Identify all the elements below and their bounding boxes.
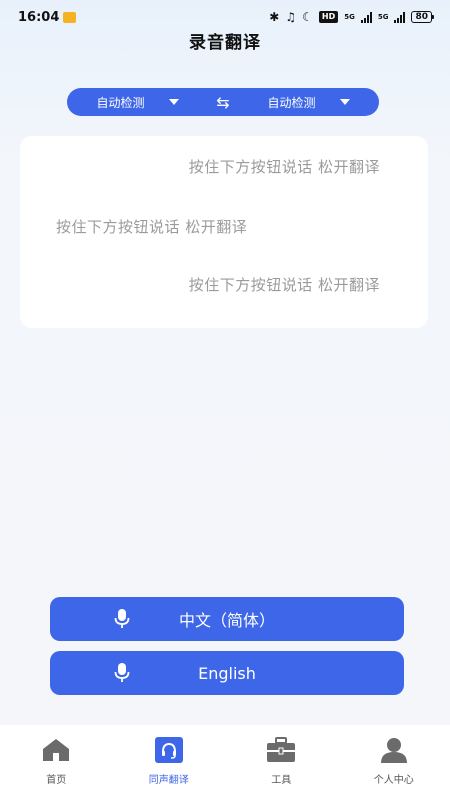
source-language-label: 自动检测	[96, 95, 145, 110]
battery-icon: 80	[411, 11, 434, 23]
toolbox-icon	[266, 737, 296, 763]
language-selector-bar: 自动检测 ⇆ 自动检测	[67, 88, 379, 116]
record-english-label: English	[198, 663, 256, 683]
target-language-label: 自动检测	[267, 95, 316, 110]
transcript-line: 按住下方按钮说话 松开翻译	[56, 218, 248, 236]
transcript-line: 按住下方按钮说话 松开翻译	[188, 276, 380, 294]
network-label-b: 5G	[377, 13, 389, 21]
headset-icon	[154, 737, 184, 763]
record-english-button[interactable]: English	[50, 651, 404, 695]
signal-icon-2	[394, 11, 406, 23]
microphone-icon	[114, 609, 130, 628]
nav-item-home[interactable]: 首页	[0, 725, 113, 800]
nav-label-tools: 工具	[271, 775, 292, 786]
home-icon	[41, 737, 71, 763]
moon-icon: ☾	[302, 10, 313, 24]
bottom-nav: 首页 同声翻译 工具 个人中心	[0, 725, 450, 800]
person-icon	[379, 737, 409, 763]
transcript-card: 按住下方按钮说话 松开翻译 按住下方按钮说话 松开翻译 按住下方按钮说话 松开翻…	[20, 136, 428, 328]
nav-label-simultaneous: 同声翻译	[148, 775, 189, 786]
record-chinese-label: 中文（简体）	[178, 611, 275, 630]
nav-item-tools[interactable]: 工具	[225, 725, 338, 800]
nav-item-profile[interactable]: 个人中心	[338, 725, 450, 800]
notification-icon	[63, 11, 77, 23]
network-label-a: 5G	[344, 13, 355, 21]
bluetooth-icon: ✱	[269, 10, 280, 24]
target-language-select[interactable]: 自动检测	[238, 94, 379, 111]
status-left: 16:04	[18, 9, 77, 25]
chevron-down-icon	[339, 99, 350, 105]
nav-label-profile: 个人中心	[373, 775, 414, 786]
chevron-down-icon	[168, 99, 179, 105]
hd-badge: HD	[318, 11, 339, 23]
status-right: ✱ ♫ ☾ HD 5G 5G 80	[269, 10, 434, 24]
signal-icon	[360, 11, 372, 23]
swap-languages-icon[interactable]: ⇆	[208, 93, 238, 112]
microphone-icon	[114, 663, 130, 682]
nav-item-simultaneous[interactable]: 同声翻译	[113, 725, 226, 800]
nav-label-home: 首页	[46, 775, 67, 786]
transcript-line: 按住下方按钮说话 松开翻译	[188, 158, 380, 176]
record-chinese-button[interactable]: 中文（简体）	[50, 597, 404, 641]
page-title: 录音翻译	[189, 33, 261, 53]
status-time: 16:04	[18, 9, 60, 25]
source-language-select[interactable]: 自动检测	[67, 94, 208, 111]
earbuds-icon: ♫	[285, 10, 297, 24]
